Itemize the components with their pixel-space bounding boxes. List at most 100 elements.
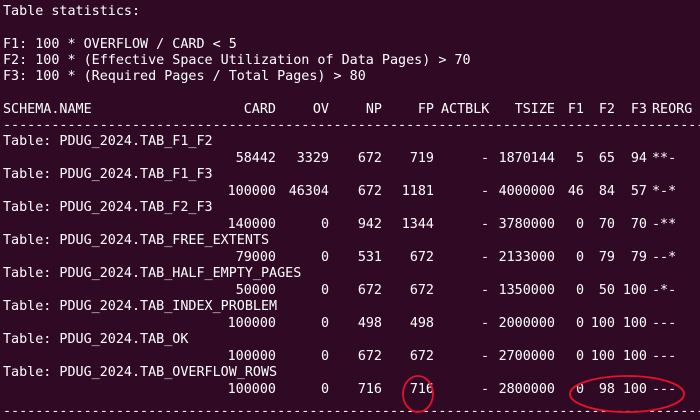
f3-value: 100 <box>622 315 647 331</box>
actblk-value: - <box>480 216 489 232</box>
f1-value: 5 <box>575 150 584 166</box>
f1-value: 0 <box>575 282 584 298</box>
formula-f3: F3: 100 * (Required Pages / Total Pages)… <box>3 69 366 84</box>
f2-value: 100 <box>590 348 615 364</box>
fp-value: 716 <box>409 381 434 397</box>
header-card: CARD <box>243 102 276 117</box>
card-value: 100000 <box>227 381 276 397</box>
reorg-value: --- <box>652 348 677 364</box>
table-row: 100000 0 672 672 -2700000 0 100 100 --- <box>3 349 700 365</box>
table-name-line: Table: PDUG_2024.TAB_F1_F2 <box>3 134 213 149</box>
f2-value: 70 <box>598 216 615 232</box>
ov-value: 46304 <box>288 183 329 199</box>
f3-value: 100 <box>622 348 647 364</box>
f1-value: 46 <box>567 183 584 199</box>
tsize-value: 3780000 <box>498 216 555 232</box>
header-ov: OV <box>312 102 329 117</box>
np-value: 531 <box>357 249 382 265</box>
f2-value: 84 <box>598 183 615 199</box>
card-value: 140000 <box>227 216 276 232</box>
ov-value: 0 <box>320 216 329 232</box>
actblk-value: - <box>480 150 489 166</box>
card-value: 79000 <box>235 249 276 265</box>
card-value: 100000 <box>227 348 276 364</box>
np-value: 672 <box>357 348 382 364</box>
table-row: 100000 0 498 498 -2000000 0 100 100 --- <box>3 316 700 332</box>
table-name-line: Table: PDUG_2024.TAB_F1_F3 <box>3 167 213 182</box>
f2-value: 50 <box>598 282 615 298</box>
ov-value: 3329 <box>296 150 329 166</box>
f3-value: 100 <box>622 282 647 298</box>
table-name-line: Table: PDUG_2024.TAB_INDEX_PROBLEM <box>3 299 278 314</box>
f3-value: 94 <box>630 150 647 166</box>
card-value: 100000 <box>227 183 276 199</box>
np-value: 672 <box>357 150 382 166</box>
f1-value: 0 <box>575 216 584 232</box>
fp-value: 498 <box>409 315 434 331</box>
fp-value: 672 <box>409 282 434 298</box>
actblk-value: - <box>480 282 489 298</box>
tsize-value: 2000000 <box>498 315 555 331</box>
f1-value: 0 <box>575 381 584 397</box>
fp-value: 1181 <box>401 183 434 199</box>
card-value: 100000 <box>227 315 276 331</box>
reorg-value: **- <box>652 150 677 166</box>
f3-value: 70 <box>630 216 647 232</box>
actblk-value: - <box>480 348 489 364</box>
tsize-value: 2800000 <box>498 381 555 397</box>
f2-value: 79 <box>598 249 615 265</box>
table-name-line: Table: PDUG_2024.TAB_OVERFLOW_ROWS <box>3 365 278 380</box>
reorg-value: --* <box>652 249 677 265</box>
output-title: Table statistics: <box>3 4 141 19</box>
table-name-line: Table: PDUG_2024.TAB_F2_F3 <box>3 200 213 215</box>
tsize-value: 2700000 <box>498 348 555 364</box>
tsize-value: 1350000 <box>498 282 555 298</box>
card-value: 50000 <box>235 282 276 298</box>
table-row: 140000 0 942 1344 -3780000 0 70 70 -** <box>3 217 700 233</box>
f3-value: 100 <box>622 381 647 397</box>
ov-value: 0 <box>320 282 329 298</box>
footer-separator: ----------------------------------------… <box>3 404 700 419</box>
ov-value: 0 <box>320 315 329 331</box>
actblk-value: - <box>480 249 489 265</box>
f1-value: 0 <box>575 348 584 364</box>
table-name-line: Table: PDUG_2024.TAB_HALF_EMPTY_PAGES <box>3 266 302 281</box>
header-actblk: ACTBLK <box>441 102 490 117</box>
header-reorg: REORG <box>652 102 693 117</box>
formula-f1: F1: 100 * OVERFLOW / CARD < 5 <box>3 37 237 52</box>
table-row: 79000 0 531 672 -2133000 0 79 79 --* <box>3 250 700 266</box>
fp-value: 672 <box>409 348 434 364</box>
tsize-value: 2133000 <box>498 249 555 265</box>
tsize-value: 4000000 <box>498 183 555 199</box>
np-value: 672 <box>357 183 382 199</box>
reorg-value: -*- <box>652 282 677 298</box>
f3-value: 79 <box>630 249 647 265</box>
f2-value: 98 <box>598 381 615 397</box>
np-value: 716 <box>357 381 382 397</box>
np-value: 498 <box>357 315 382 331</box>
f2-value: 100 <box>590 315 615 331</box>
fp-value: 672 <box>409 249 434 265</box>
np-value: 672 <box>357 282 382 298</box>
ov-value: 0 <box>320 249 329 265</box>
np-value: 942 <box>357 216 382 232</box>
reorg-value: --- <box>652 315 677 331</box>
actblk-value: - <box>480 183 489 199</box>
header-f1: F1 <box>567 102 584 117</box>
header-f3: F3 <box>630 102 647 117</box>
table-row: 100000 0 716 716 -2800000 0 98 100 --- <box>3 382 700 398</box>
f2-value: 65 <box>598 150 615 166</box>
table-row: 100000 46304 672 1181 -4000000 46 84 57 *-* <box>3 184 700 200</box>
header-f2: F2 <box>598 102 615 117</box>
header-fp: FP <box>417 102 434 117</box>
ov-value: 0 <box>320 348 329 364</box>
header-tsize: TSIZE <box>514 102 555 117</box>
f3-value: 57 <box>630 183 647 199</box>
f1-value: 0 <box>575 315 584 331</box>
column-header-row: SCHEMA.NAME CARD OV NP FP ACTBLK TSIZE F1 F2 F3 RE… <box>3 102 700 118</box>
actblk-value: - <box>480 381 489 397</box>
table-row: 50000 0 672 672 -1350000 0 50 100 -*- <box>3 283 700 299</box>
reorg-value: --- <box>652 381 677 397</box>
actblk-value: - <box>480 315 489 331</box>
formula-f2: F2: 100 * (Effective Space Utilization o… <box>3 53 471 68</box>
